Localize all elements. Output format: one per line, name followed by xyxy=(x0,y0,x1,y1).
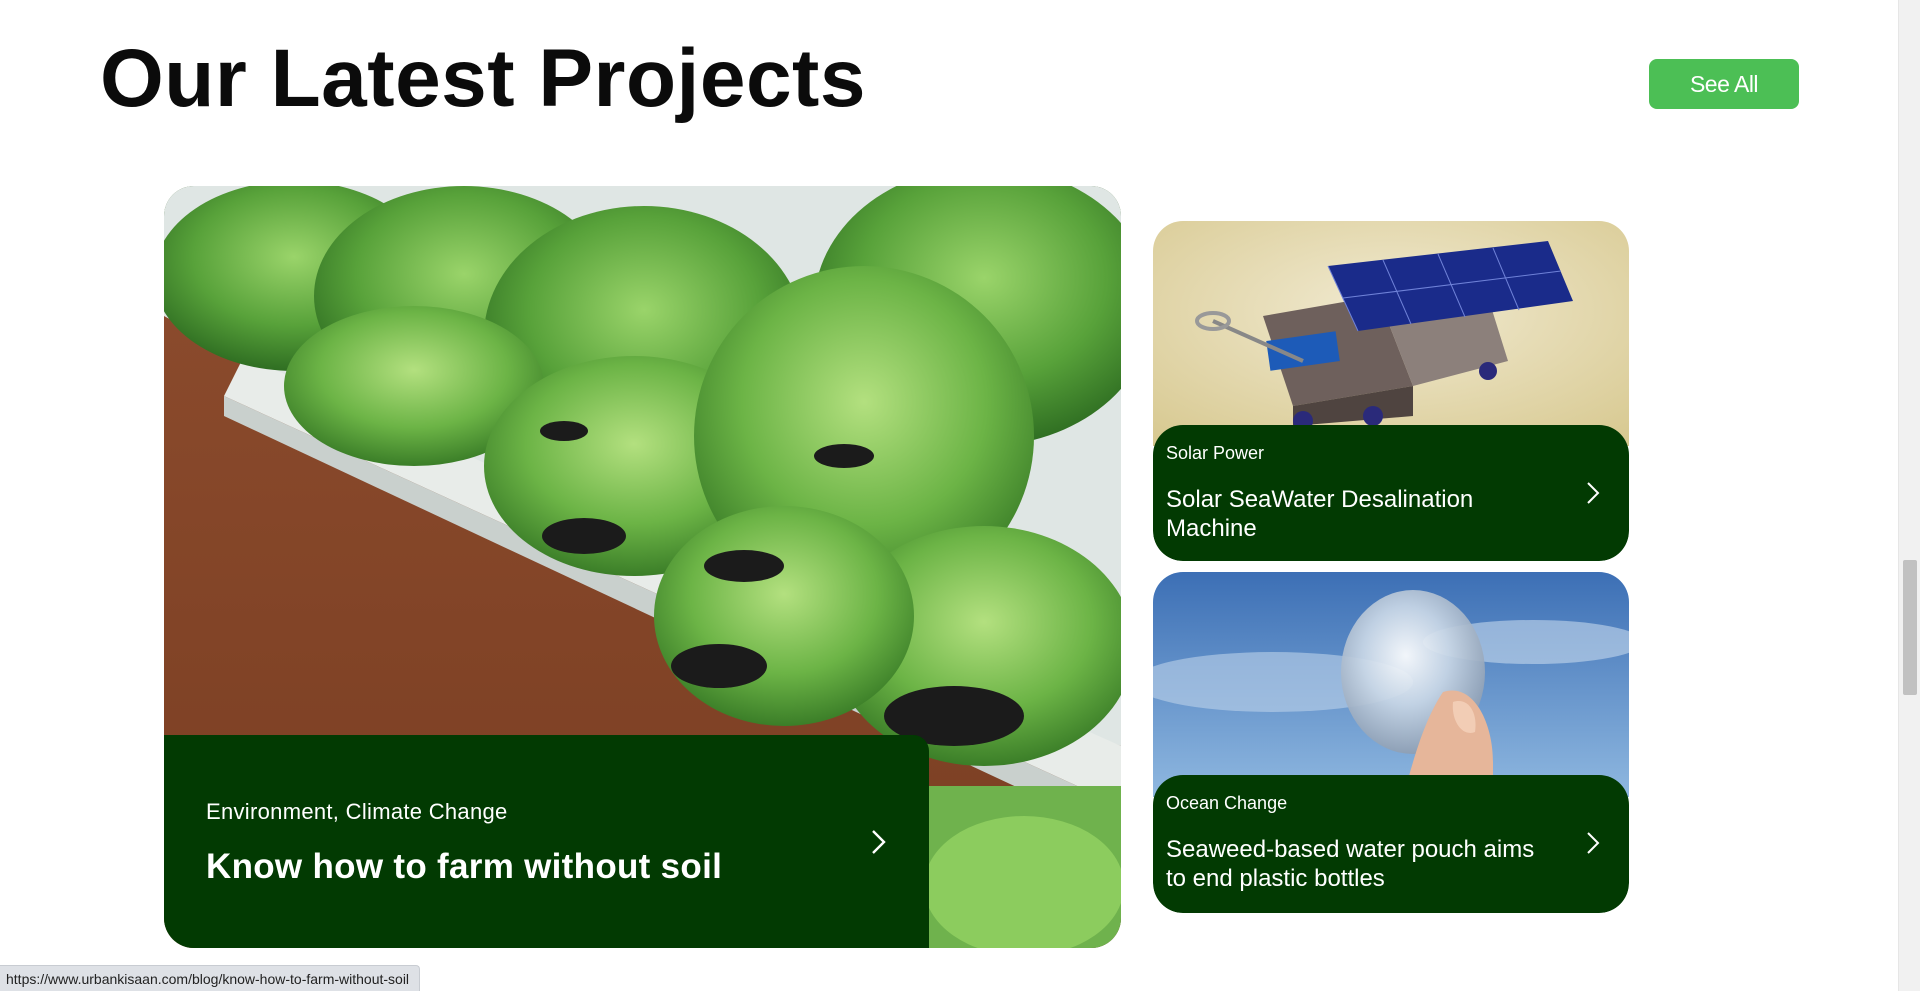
featured-project-card[interactable]: Environment, Climate Change Know how to … xyxy=(164,186,1121,948)
see-all-button[interactable]: See All xyxy=(1649,59,1799,109)
project-title[interactable]: Seaweed-based water pouch aims to end pl… xyxy=(1166,835,1556,893)
project-card-solar-desalination[interactable]: Solar Power Solar SeaWater Desalination … xyxy=(1153,221,1629,561)
project-category: Ocean Change xyxy=(1166,793,1288,813)
featured-info-panel: Environment, Climate Change Know how to … xyxy=(164,735,929,948)
projects-section: Our Latest Projects See All Environment,… xyxy=(0,0,1898,991)
link-status-bar: https://www.urbankisaan.com/blog/know-ho… xyxy=(0,965,421,991)
featured-title[interactable]: Know how to farm without soil xyxy=(206,847,722,887)
project-info-panel: Ocean Change Seaweed-based water pouch a… xyxy=(1153,775,1629,913)
chevron-right-icon[interactable] xyxy=(1581,479,1605,507)
scrollbar-thumb[interactable] xyxy=(1903,560,1917,695)
project-card-seaweed-pouch[interactable]: Ocean Change Seaweed-based water pouch a… xyxy=(1153,572,1629,913)
seaweed-water-pouch-image xyxy=(1153,572,1629,797)
solar-desalination-machine-image xyxy=(1153,221,1629,446)
featured-category: Environment, Climate Change xyxy=(206,799,508,824)
project-title[interactable]: Solar SeaWater Desalination Machine xyxy=(1166,485,1556,543)
chevron-right-icon[interactable] xyxy=(864,827,894,857)
project-info-panel: Solar Power Solar SeaWater Desalination … xyxy=(1153,425,1629,561)
project-category: Solar Power xyxy=(1166,443,1265,463)
vertical-scrollbar[interactable] xyxy=(1898,0,1920,991)
chevron-right-icon[interactable] xyxy=(1581,829,1605,857)
section-title: Our Latest Projects xyxy=(100,33,866,124)
